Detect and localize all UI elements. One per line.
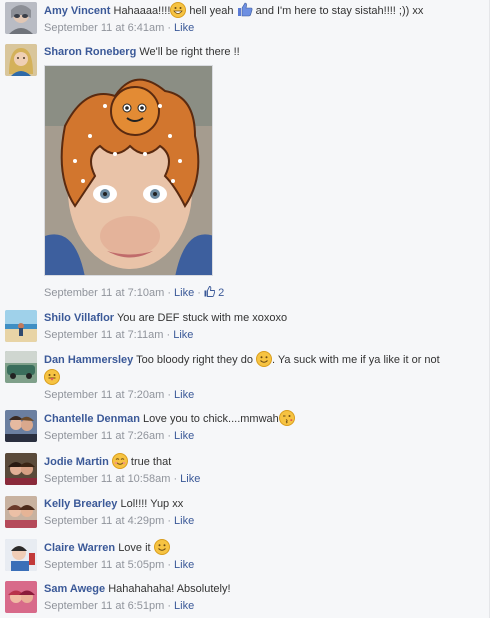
comment-text: We'll be right there !! — [139, 46, 240, 58]
kiss-emoji-icon — [278, 410, 295, 426]
comment-timestamp[interactable]: September 11 at 7:26am — [44, 430, 164, 442]
comment-text: You are DEF stuck with me xoxoxo — [116, 312, 288, 324]
like-button[interactable]: Like — [174, 515, 194, 527]
avatar[interactable] — [5, 539, 37, 571]
separator: · — [163, 329, 174, 341]
like-button[interactable]: Like — [174, 287, 194, 299]
thumbs-up-emoji-icon — [237, 2, 253, 17]
comment-timestamp[interactable]: September 11 at 7:11am — [44, 329, 163, 341]
comment-author[interactable]: Chantelle Denman — [44, 413, 140, 425]
separator: · — [164, 515, 175, 527]
avatar[interactable] — [5, 496, 37, 528]
comment-timestamp[interactable]: September 11 at 4:29pm — [44, 515, 164, 527]
comment-timestamp[interactable]: September 11 at 10:58am — [44, 473, 170, 485]
separator: · — [164, 559, 175, 571]
avatar[interactable] — [5, 2, 37, 34]
separator: · — [164, 22, 175, 34]
comment-text: true that — [127, 456, 172, 468]
like-button[interactable]: Like — [174, 22, 194, 34]
comments-list: Amy Vincent Hahaaaa!!!! hell yeah and I'… — [0, 0, 490, 618]
grin-emoji-icon — [170, 2, 187, 18]
comment-author[interactable]: Shilo Villaflor — [44, 312, 114, 324]
comment-text: Hahaaaa!!!! — [113, 5, 171, 17]
separator: · — [164, 600, 175, 612]
like-button[interactable]: Like — [174, 430, 194, 442]
comment-timestamp[interactable]: September 11 at 6:41am — [44, 22, 164, 34]
like-button[interactable]: Like — [180, 473, 200, 485]
comment-text: Too bloody right they do — [136, 354, 256, 366]
comment-text: hell yeah — [186, 5, 234, 17]
comment-timestamp[interactable]: September 11 at 5:05pm — [44, 559, 164, 571]
thumbs-up-icon — [204, 286, 216, 297]
smile-emoji-icon — [153, 539, 170, 555]
comment-text: and I'm here to stay sistah!!!! ;)) xx — [252, 5, 424, 17]
separator: · — [164, 389, 175, 401]
like-button[interactable]: Like — [174, 389, 194, 401]
smile-emoji-icon — [111, 453, 128, 469]
face-paint-octopus-photo-icon — [45, 66, 212, 275]
comment-timestamp[interactable]: September 11 at 7:10am — [44, 287, 164, 299]
tongue-out-emoji-icon — [44, 369, 60, 385]
like-button[interactable]: Like — [174, 559, 194, 571]
avatar[interactable] — [5, 44, 37, 76]
separator: · — [170, 473, 181, 485]
separator: · — [164, 287, 175, 299]
comment-text: . Ya suck with me if ya like it or not — [272, 354, 440, 366]
avatar[interactable] — [5, 351, 37, 383]
comment-text: Hahahahaha! Absolutely! — [108, 583, 231, 595]
comment-author[interactable]: Sharon Roneberg — [44, 46, 136, 58]
attached-photo[interactable] — [44, 65, 213, 276]
like-button[interactable]: Like — [174, 600, 194, 612]
comment-text: Love it — [118, 542, 154, 554]
separator: · — [194, 287, 205, 299]
comment-author[interactable]: Kelly Brearley — [44, 498, 117, 510]
comment-timestamp[interactable]: September 11 at 6:51pm — [44, 600, 164, 612]
comment-author[interactable]: Claire Warren — [44, 542, 115, 554]
like-button[interactable]: Like — [173, 329, 193, 341]
smile-emoji-icon — [256, 351, 272, 367]
comment-timestamp[interactable]: September 11 at 7:20am — [44, 389, 164, 401]
avatar[interactable] — [5, 310, 37, 342]
like-count: 2 — [218, 287, 225, 299]
comment-author[interactable]: Sam Awege — [44, 583, 105, 595]
like-count-link[interactable]: 2 — [204, 286, 225, 299]
separator: · — [164, 430, 175, 442]
comment-author[interactable]: Jodie Martin — [44, 456, 109, 468]
avatar[interactable] — [5, 453, 37, 485]
comment-text: Lol!!!! Yup xx — [120, 498, 184, 510]
comment-author[interactable]: Amy Vincent — [44, 5, 110, 17]
avatar[interactable] — [5, 581, 37, 613]
comment-author[interactable]: Dan Hammersley — [44, 354, 133, 366]
avatar[interactable] — [5, 410, 37, 442]
comment-text: Love you to chick....mmwah — [143, 413, 279, 425]
